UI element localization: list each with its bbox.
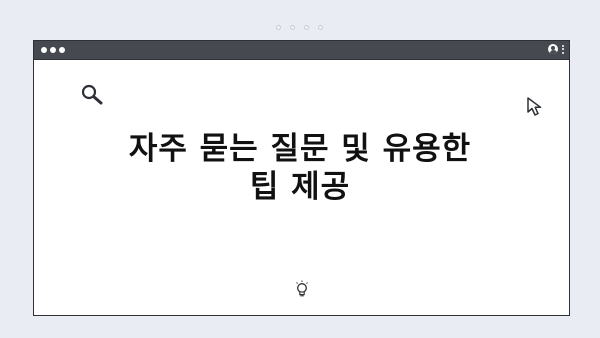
title-line-1: 자주 묻는 질문 및 유용한 <box>128 131 472 167</box>
window-controls <box>41 47 65 53</box>
carousel-dot[interactable] <box>318 25 323 30</box>
page-background: 자주 묻는 질문 및 유용한 팁 제공 <box>0 0 600 338</box>
window-control-close[interactable] <box>41 47 47 53</box>
search-icon <box>81 84 103 105</box>
user-icon[interactable] <box>548 44 558 54</box>
lightbulb-icon <box>296 280 308 297</box>
carousel-dot[interactable] <box>276 25 281 30</box>
carousel-dot[interactable] <box>290 25 295 30</box>
window-control-minimize[interactable] <box>50 47 56 53</box>
window-control-maximize[interactable] <box>59 47 65 53</box>
cursor-arrow-icon <box>527 97 542 116</box>
carousel-dot[interactable] <box>304 25 309 30</box>
carousel-dots <box>276 25 323 30</box>
titlebar-actions <box>548 44 564 54</box>
window-titlebar <box>34 41 569 60</box>
kebab-menu-icon[interactable] <box>562 44 564 54</box>
page-title: 자주 묻는 질문 및 유용한 팁 제공 <box>60 130 540 206</box>
title-line-2: 팁 제공 <box>249 169 351 205</box>
